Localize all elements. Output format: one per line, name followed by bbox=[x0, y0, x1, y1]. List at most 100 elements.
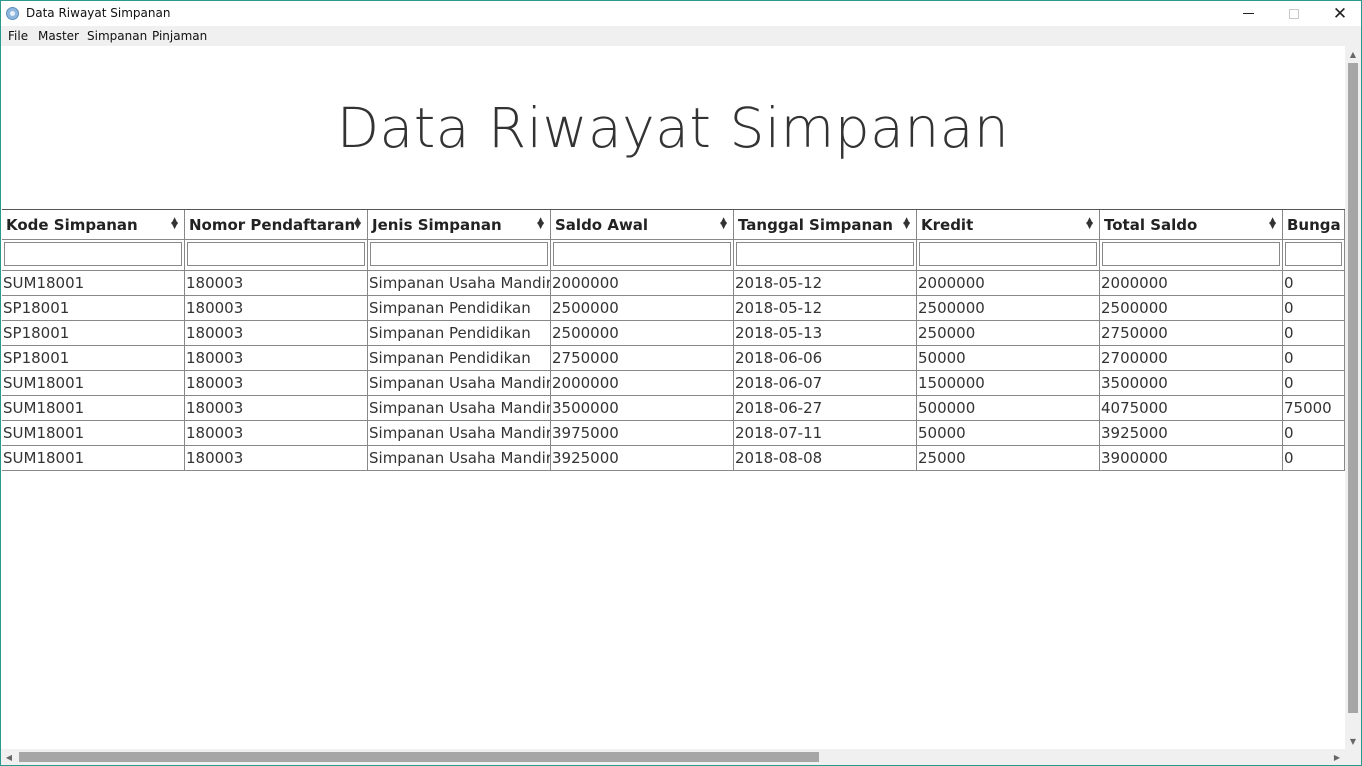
scroll-left-arrow-icon[interactable]: ◀ bbox=[1, 749, 17, 765]
column-header-label: Tanggal Simpanan bbox=[738, 216, 893, 234]
table-row[interactable]: SUM18001 180003 Simpanan Usaha Mandiri 2000… bbox=[2, 371, 1345, 396]
column-filter-input[interactable] bbox=[1285, 242, 1342, 266]
table-cell: 180003 bbox=[185, 421, 368, 445]
sort-icon[interactable]: ▲ ▼ bbox=[1269, 217, 1276, 231]
table-cell: 2018-08-08 bbox=[734, 446, 917, 470]
menu-bar: File Master Simpanan Pinjaman bbox=[1, 26, 1361, 46]
menu-pinjaman[interactable]: Pinjaman bbox=[152, 29, 207, 43]
scroll-up-arrow-icon[interactable]: ▲ bbox=[1345, 46, 1361, 62]
table-cell: 2018-06-07 bbox=[734, 371, 917, 395]
table-cell: 180003 bbox=[185, 321, 368, 345]
column-header[interactable]: Bunga bbox=[1283, 210, 1345, 239]
table-cell: 4075000 bbox=[1100, 396, 1283, 420]
table-row[interactable]: SUM18001 180003 Simpanan Usaha Mandiri 3500… bbox=[2, 396, 1345, 421]
table-cell: Simpanan Usaha Mandiri bbox=[368, 446, 551, 470]
column-filter-input[interactable] bbox=[4, 242, 182, 266]
column-filter-input[interactable] bbox=[553, 242, 731, 266]
table-cell: 0 bbox=[1283, 296, 1345, 320]
sort-icon[interactable]: ▲ ▼ bbox=[720, 217, 727, 231]
menu-file[interactable]: File bbox=[8, 29, 28, 43]
table-cell: 2500000 bbox=[917, 296, 1100, 320]
column-header-label: Nomor Pendaftaran bbox=[189, 216, 356, 234]
maximize-button[interactable] bbox=[1271, 1, 1317, 26]
column-filter-cell bbox=[734, 240, 917, 270]
table-cell: 75000 bbox=[1283, 396, 1345, 420]
table-cell: Simpanan Usaha Mandiri bbox=[368, 421, 551, 445]
table-cell: 0 bbox=[1283, 421, 1345, 445]
title-bar[interactable]: Data Riwayat Simpanan ✕ bbox=[1, 1, 1361, 26]
close-button[interactable]: ✕ bbox=[1317, 1, 1361, 26]
table-cell: Simpanan Usaha Mandiri bbox=[368, 396, 551, 420]
table-cell: 3500000 bbox=[551, 396, 734, 420]
table-header-row: Kode Simpanan ▲ ▼ Nomor Pendaftaran ▲ ▼ Jenis … bbox=[2, 210, 1345, 240]
scroll-down-arrow-icon[interactable]: ▼ bbox=[1345, 733, 1361, 749]
column-header[interactable]: Tanggal Simpanan ▲ ▼ bbox=[734, 210, 917, 239]
table-cell: 500000 bbox=[917, 396, 1100, 420]
table-cell: 2000000 bbox=[551, 371, 734, 395]
table-cell: Simpanan Pendidikan bbox=[368, 296, 551, 320]
table-cell: SUM18001 bbox=[2, 371, 185, 395]
table-cell: SP18001 bbox=[2, 321, 185, 345]
column-filter-input[interactable] bbox=[919, 242, 1097, 266]
table-cell: 50000 bbox=[917, 421, 1100, 445]
menu-master[interactable]: Master bbox=[38, 29, 79, 43]
vertical-scrollbar[interactable]: ▲ ▼ bbox=[1345, 46, 1361, 749]
app-icon bbox=[6, 7, 19, 20]
table-cell: 180003 bbox=[185, 371, 368, 395]
table-row[interactable]: SP18001 180003 Simpanan Pendidikan 2500000 2… bbox=[2, 321, 1345, 346]
horizontal-scrollbar[interactable]: ◀ ▶ bbox=[1, 749, 1345, 765]
table-cell: 2000000 bbox=[917, 271, 1100, 295]
column-filter-input[interactable] bbox=[1102, 242, 1280, 266]
table-row[interactable]: SUM18001 180003 Simpanan Usaha Mandiri 3975… bbox=[2, 421, 1345, 446]
table-row[interactable]: SP18001 180003 Simpanan Pendidikan 2500000 2… bbox=[2, 296, 1345, 321]
column-filter-input[interactable] bbox=[187, 242, 365, 266]
table-row[interactable]: SP18001 180003 Simpanan Pendidikan 2750000 2… bbox=[2, 346, 1345, 371]
table-cell: 180003 bbox=[185, 271, 368, 295]
column-filter-input[interactable] bbox=[736, 242, 914, 266]
table-cell: 2750000 bbox=[1100, 321, 1283, 345]
minimize-button[interactable] bbox=[1225, 1, 1271, 26]
table-cell: 3975000 bbox=[551, 421, 734, 445]
table-cell: 250000 bbox=[917, 321, 1100, 345]
table-cell: 2000000 bbox=[1100, 271, 1283, 295]
horizontal-scroll-thumb[interactable] bbox=[19, 752, 819, 762]
sort-icon[interactable]: ▲ ▼ bbox=[537, 217, 544, 231]
column-header[interactable]: Kredit ▲ ▼ bbox=[917, 210, 1100, 239]
table-cell: SUM18001 bbox=[2, 271, 185, 295]
column-filter-input[interactable] bbox=[370, 242, 548, 266]
close-icon: ✕ bbox=[1332, 3, 1348, 24]
column-filter-cell bbox=[551, 240, 734, 270]
table-cell: 2018-05-13 bbox=[734, 321, 917, 345]
table-cell: 2000000 bbox=[551, 271, 734, 295]
main-content: Data Riwayat Simpanan Kode Simpanan ▲ ▼ Nom… bbox=[1, 46, 1345, 749]
table-cell: Simpanan Usaha Mandiri bbox=[368, 271, 551, 295]
column-header[interactable]: Jenis Simpanan ▲ ▼ bbox=[368, 210, 551, 239]
table-cell: 2500000 bbox=[551, 321, 734, 345]
sort-icon[interactable]: ▲ ▼ bbox=[171, 217, 178, 231]
table-row[interactable]: SUM18001 180003 Simpanan Usaha Mandiri 2000… bbox=[2, 271, 1345, 296]
table-row[interactable]: SUM18001 180003 Simpanan Usaha Mandiri 3925… bbox=[2, 446, 1345, 471]
table-cell: 2018-06-06 bbox=[734, 346, 917, 370]
table-cell: 180003 bbox=[185, 296, 368, 320]
scroll-right-arrow-icon[interactable]: ▶ bbox=[1329, 749, 1345, 765]
sort-icon[interactable]: ▲ ▼ bbox=[903, 217, 910, 231]
table-cell: 2500000 bbox=[1100, 296, 1283, 320]
column-header[interactable]: Nomor Pendaftaran ▲ ▼ bbox=[185, 210, 368, 239]
sort-icon[interactable]: ▲ ▼ bbox=[354, 217, 361, 231]
table-cell: 25000 bbox=[917, 446, 1100, 470]
window-title: Data Riwayat Simpanan bbox=[26, 6, 171, 20]
column-header[interactable]: Saldo Awal ▲ ▼ bbox=[551, 210, 734, 239]
table-cell: 0 bbox=[1283, 346, 1345, 370]
table-cell: 180003 bbox=[185, 346, 368, 370]
sort-icon[interactable]: ▲ ▼ bbox=[1086, 217, 1093, 231]
column-header-label: Kode Simpanan bbox=[6, 216, 138, 234]
scrollbar-corner bbox=[1345, 749, 1361, 765]
table-cell: 180003 bbox=[185, 396, 368, 420]
menu-simpanan[interactable]: Simpanan bbox=[87, 29, 147, 43]
table-filter-row bbox=[2, 240, 1345, 271]
app-window: Data Riwayat Simpanan ✕ File Master Simp… bbox=[0, 0, 1362, 766]
column-header[interactable]: Total Saldo ▲ ▼ bbox=[1100, 210, 1283, 239]
vertical-scroll-thumb[interactable] bbox=[1348, 63, 1358, 713]
column-header[interactable]: Kode Simpanan ▲ ▼ bbox=[2, 210, 185, 239]
table-cell: 180003 bbox=[185, 446, 368, 470]
